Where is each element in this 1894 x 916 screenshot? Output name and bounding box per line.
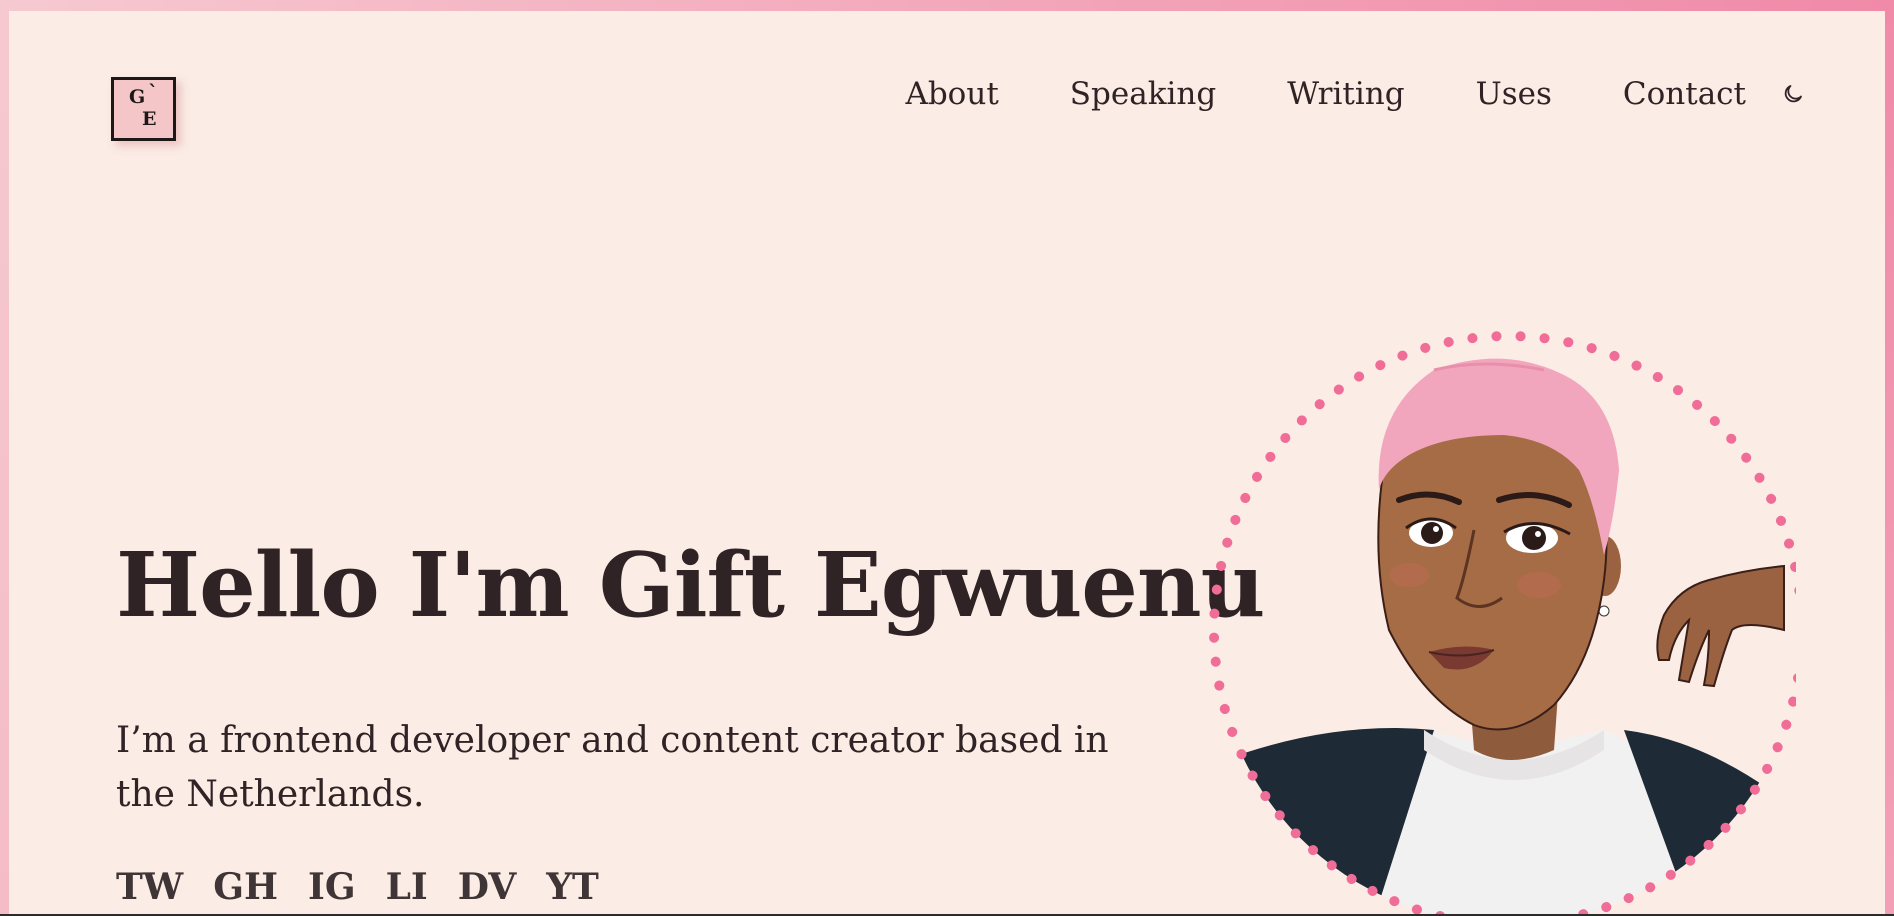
social-link-instagram[interactable]: IG [308, 862, 356, 912]
social-links: TW GH IG LI DV YT [116, 862, 629, 912]
left-gradient-border [0, 0, 9, 916]
logo-letter-g: G [129, 86, 146, 108]
nav-item-about[interactable]: About [905, 72, 998, 116]
logo-mark: ` [148, 80, 158, 104]
avatar-illustration [1209, 331, 1796, 916]
nav-item-uses[interactable]: Uses [1476, 72, 1552, 116]
social-link-youtube[interactable]: YT [546, 862, 599, 912]
hero-subtitle: I’m a frontend developer and content cre… [116, 720, 1109, 815]
social-link-github[interactable]: GH [213, 862, 278, 912]
avatar [1184, 330, 1796, 916]
moon-icon [1784, 85, 1802, 103]
logo-letter-e: E [142, 108, 157, 130]
nav-item-speaking[interactable]: Speaking [1070, 72, 1216, 116]
nav-item-writing[interactable]: Writing [1287, 72, 1404, 116]
hero-title: Hello I'm Gift Egwuenu [116, 532, 1265, 637]
right-gradient-border [1885, 0, 1894, 916]
site-logo[interactable]: G ` E [111, 77, 176, 141]
nav-item-contact[interactable]: Contact [1623, 72, 1746, 116]
theme-toggle-button[interactable] [1780, 81, 1806, 107]
social-link-twitter[interactable]: TW [116, 862, 183, 912]
top-gradient-border [0, 0, 1894, 11]
main-nav: About Speaking Writing Uses Contact [905, 72, 1806, 116]
social-link-linkedin[interactable]: LI [386, 862, 428, 912]
social-link-devto[interactable]: DV [458, 862, 517, 912]
